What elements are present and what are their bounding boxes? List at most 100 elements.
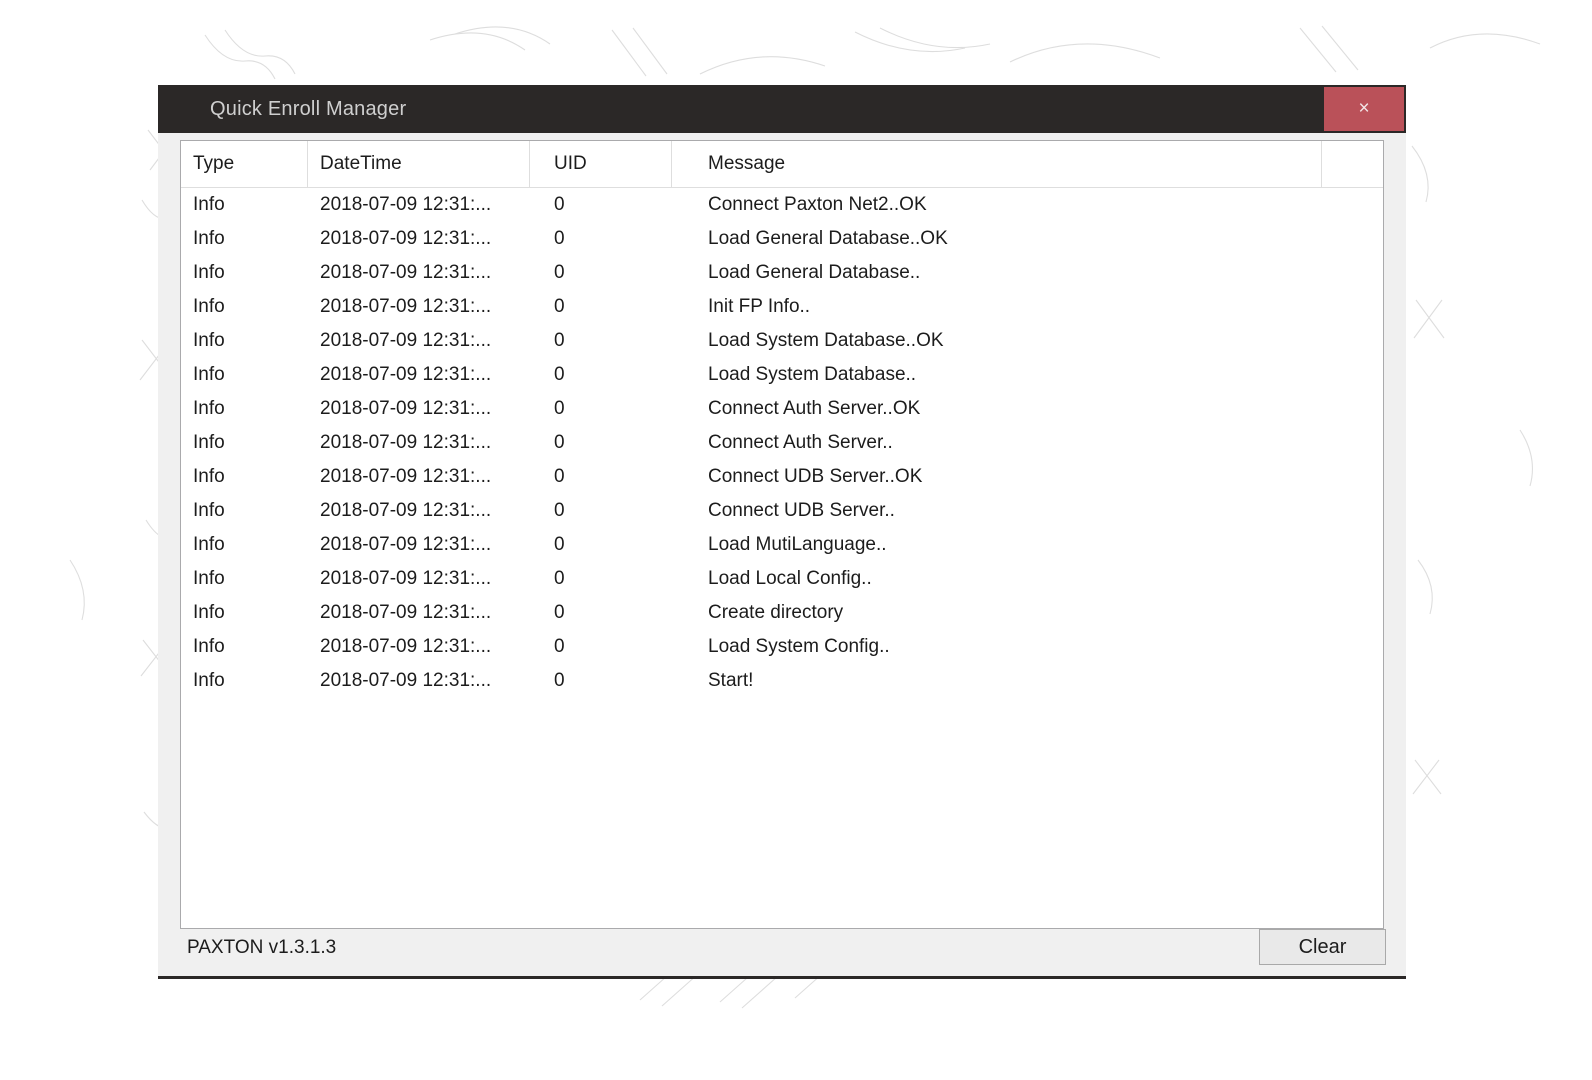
cell-extra (1358, 596, 1383, 630)
table-row[interactable]: Info 2018-07-09 12:31:... 0 Load System Dat… (181, 324, 1383, 358)
cell-uid: 0 (554, 466, 565, 487)
cell-datetime: 2018-07-09 12:31:... (320, 568, 492, 589)
cell-datetime: 2018-07-09 12:31:... (320, 296, 492, 317)
cell-extra (1358, 426, 1383, 460)
cell-type: Info (193, 466, 225, 487)
cell-type: Info (193, 228, 225, 249)
cell-message: Load System Database.. (708, 364, 917, 385)
cell-uid: 0 (554, 432, 565, 453)
cell-message: Create directory (708, 602, 844, 623)
cell-datetime: 2018-07-09 12:31:... (320, 432, 492, 453)
cell-uid: 0 (554, 330, 565, 351)
cell-datetime: 2018-07-09 12:31:... (320, 602, 492, 623)
cell-message: Connect Paxton Net2..OK (708, 194, 927, 215)
cell-extra (1358, 562, 1383, 596)
table-row[interactable]: Info 2018-07-09 12:31:... 0 Create director… (181, 596, 1383, 630)
log-table: Type DateTime UID Message Info 2018-07-09… (181, 141, 1383, 698)
quick-enroll-manager-window: Quick Enroll Manager × Type DateTime UID… (158, 85, 1406, 979)
cell-message: Connect Auth Server.. (708, 432, 893, 453)
cell-message: Connect UDB Server..OK (708, 466, 923, 487)
cell-type: Info (193, 262, 225, 283)
cell-extra (1358, 188, 1383, 223)
column-header-message[interactable]: Message (696, 141, 1358, 188)
cell-extra (1358, 460, 1383, 494)
cell-type: Info (193, 670, 225, 691)
cell-type: Info (193, 330, 225, 351)
cell-datetime: 2018-07-09 12:31:... (320, 500, 492, 521)
cell-type: Info (193, 568, 225, 589)
cell-uid: 0 (554, 262, 565, 283)
table-row[interactable]: Info 2018-07-09 12:31:... 0 Init FP Info.. (181, 290, 1383, 324)
cell-message: Start! (708, 670, 754, 691)
cell-uid: 0 (554, 534, 565, 555)
table-row[interactable]: Info 2018-07-09 12:31:... 0 Connect Auth Se… (181, 392, 1383, 426)
table-row[interactable]: Info 2018-07-09 12:31:... 0 Connect Paxton … (181, 188, 1383, 223)
log-list-panel[interactable]: Type DateTime UID Message Info 2018-07-09… (180, 140, 1384, 929)
table-row[interactable]: Info 2018-07-09 12:31:... 0 Connect UDB Ser… (181, 460, 1383, 494)
cell-datetime: 2018-07-09 12:31:... (320, 670, 492, 691)
cell-message: Load Local Config.. (708, 568, 872, 589)
cell-type: Info (193, 602, 225, 623)
table-row[interactable]: Info 2018-07-09 12:31:... 0 Load General Da… (181, 256, 1383, 290)
cell-message: Load System Config.. (708, 636, 890, 657)
column-header-uid[interactable]: UID (542, 141, 696, 188)
close-icon[interactable]: × (1324, 86, 1404, 131)
table-row[interactable]: Info 2018-07-09 12:31:... 0 Start! (181, 664, 1383, 698)
cell-datetime: 2018-07-09 12:31:... (320, 330, 492, 351)
cell-datetime: 2018-07-09 12:31:... (320, 262, 492, 283)
cell-uid: 0 (554, 398, 565, 419)
cell-uid: 0 (554, 636, 565, 657)
table-row[interactable]: Info 2018-07-09 12:31:... 0 Connect Auth Se… (181, 426, 1383, 460)
cell-uid: 0 (554, 364, 565, 385)
cell-type: Info (193, 398, 225, 419)
version-label: PAXTON v1.3.1.3 (187, 937, 337, 958)
cell-datetime: 2018-07-09 12:31:... (320, 194, 492, 215)
cell-message: Connect UDB Server.. (708, 500, 895, 521)
table-row[interactable]: Info 2018-07-09 12:31:... 0 Load MutiLangua… (181, 528, 1383, 562)
window-titlebar: Quick Enroll Manager × (158, 85, 1406, 133)
column-separator-3[interactable] (671, 141, 672, 187)
cell-uid: 0 (554, 500, 565, 521)
table-row[interactable]: Info 2018-07-09 12:31:... 0 Connect UDB Ser… (181, 494, 1383, 528)
cell-uid: 0 (554, 296, 565, 317)
cell-extra (1358, 256, 1383, 290)
table-row[interactable]: Info 2018-07-09 12:31:... 0 Load System Con… (181, 630, 1383, 664)
column-header-datetime[interactable]: DateTime (308, 141, 542, 188)
cell-datetime: 2018-07-09 12:31:... (320, 534, 492, 555)
cell-message: Load General Database..OK (708, 228, 948, 249)
column-separator-1[interactable] (307, 141, 308, 187)
table-row[interactable]: Info 2018-07-09 12:31:... 0 Load Local Conf… (181, 562, 1383, 596)
column-separator-4[interactable] (1321, 141, 1322, 187)
cell-type: Info (193, 194, 225, 215)
cell-uid: 0 (554, 670, 565, 691)
cell-type: Info (193, 500, 225, 521)
column-header-extra[interactable] (1358, 141, 1383, 188)
cell-datetime: 2018-07-09 12:31:... (320, 398, 492, 419)
column-header-type[interactable]: Type (181, 141, 308, 188)
table-header-row: Type DateTime UID Message (181, 141, 1383, 188)
table-row[interactable]: Info 2018-07-09 12:31:... 0 Load System Dat… (181, 358, 1383, 392)
cell-extra (1358, 528, 1383, 562)
cell-extra (1358, 392, 1383, 426)
cell-extra (1358, 358, 1383, 392)
clear-button[interactable]: Clear (1259, 929, 1386, 965)
window-title: Quick Enroll Manager (210, 97, 407, 120)
cell-uid: 0 (554, 602, 565, 623)
cell-extra (1358, 290, 1383, 324)
cell-type: Info (193, 534, 225, 555)
status-bar: PAXTON v1.3.1.3 Clear (158, 927, 1406, 973)
cell-datetime: 2018-07-09 12:31:... (320, 636, 492, 657)
column-separator-2[interactable] (529, 141, 530, 187)
log-table-body: Info 2018-07-09 12:31:... 0 Connect Paxton … (181, 188, 1383, 699)
cell-datetime: 2018-07-09 12:31:... (320, 364, 492, 385)
cell-uid: 0 (554, 568, 565, 589)
cell-message: Load MutiLanguage.. (708, 534, 887, 555)
cell-uid: 0 (554, 228, 565, 249)
cell-extra (1358, 222, 1383, 256)
cell-message: Load System Database..OK (708, 330, 944, 351)
table-row[interactable]: Info 2018-07-09 12:31:... 0 Load General Da… (181, 222, 1383, 256)
cell-message: Load General Database.. (708, 262, 921, 283)
cell-uid: 0 (554, 194, 565, 215)
cell-extra (1358, 664, 1383, 698)
cell-extra (1358, 494, 1383, 528)
